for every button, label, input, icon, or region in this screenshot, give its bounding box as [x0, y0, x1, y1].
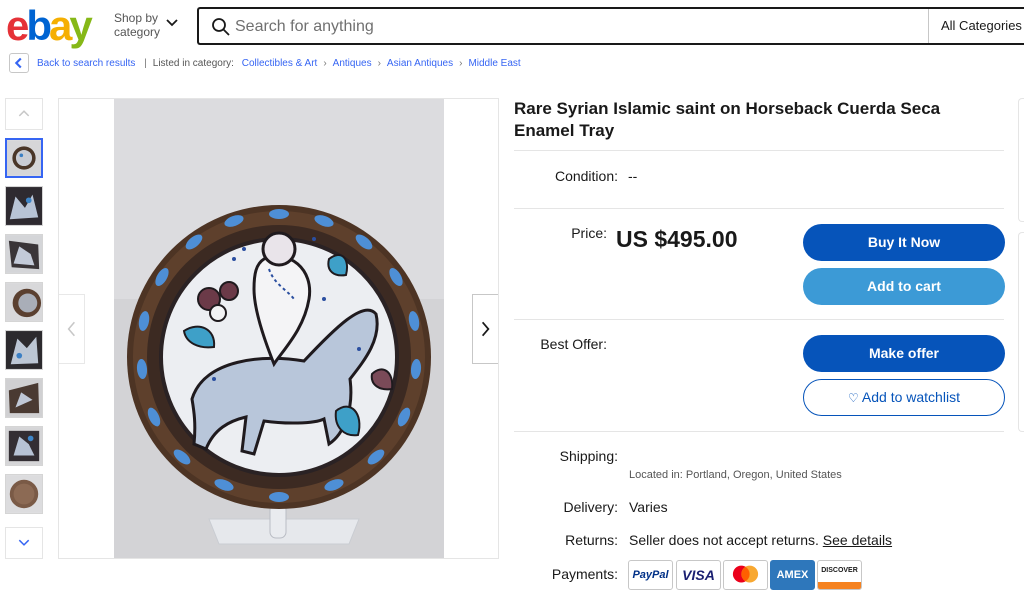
thumbnail-image: [6, 427, 42, 465]
breadcrumb-item-collectibles[interactable]: Collectibles & Art: [242, 58, 318, 69]
amex-logo: AMEX: [770, 560, 815, 590]
returns-text: Seller does not accept returns.: [629, 532, 819, 548]
back-button[interactable]: [9, 53, 29, 73]
returns-value: Seller does not accept returns. See deta…: [629, 532, 892, 548]
visa-logo: VISA: [676, 560, 721, 590]
make-offer-button[interactable]: Make offer: [803, 335, 1005, 372]
thumbnail-image: [6, 331, 42, 369]
thumbnail-6[interactable]: [5, 378, 43, 418]
chevron-left-icon: [67, 321, 75, 337]
section-divider: [514, 431, 1004, 432]
thumbnail-image: [6, 283, 42, 321]
product-image[interactable]: [114, 99, 444, 558]
chevron-up-icon: [18, 110, 30, 117]
breadcrumb-chevron-icon: ›: [377, 58, 381, 69]
chevron-down-icon[interactable]: [164, 14, 180, 30]
returns-label: Returns:: [565, 532, 618, 548]
chevron-right-icon: [481, 321, 490, 337]
listed-in-label: Listed in category:: [152, 58, 234, 69]
mastercard-text: mastercard: [724, 561, 729, 562]
product-title: Rare Syrian Islamic saint on Horseback C…: [514, 99, 941, 140]
thumbnail-image: [6, 379, 42, 417]
discover-text: DISCOVER: [821, 567, 858, 574]
previous-image-button[interactable]: [59, 294, 85, 364]
search-icon: [212, 18, 230, 36]
thumbnail-1[interactable]: [5, 138, 43, 178]
logo-letter-b: b: [26, 2, 52, 49]
discover-logo: DISCOVER: [817, 560, 862, 590]
paypal-text: PayPal: [632, 569, 669, 581]
section-divider: [514, 319, 1004, 320]
logo-letter-e: e: [6, 2, 29, 49]
mastercard-logo: mastercard: [723, 560, 768, 590]
back-to-search-link[interactable]: Back to search results: [37, 58, 135, 69]
delivery-label: Delivery:: [563, 499, 618, 515]
chevron-left-icon: [14, 57, 22, 69]
ebay-logo[interactable]: ebay: [6, 2, 93, 49]
condition-value: --: [628, 168, 638, 184]
breadcrumb-item-antiques[interactable]: Antiques: [333, 58, 372, 69]
search-input[interactable]: [235, 16, 915, 38]
heart-icon: ♡: [848, 391, 859, 405]
thumbnail-image: [6, 187, 42, 225]
chevron-down-icon: [18, 539, 30, 546]
next-image-button[interactable]: [472, 294, 498, 364]
right-panel-edge: [1018, 98, 1024, 222]
thumbnails-scroll-up-button[interactable]: [5, 98, 43, 130]
delivery-value: Varies: [629, 499, 668, 515]
thumbnail-4[interactable]: [5, 282, 43, 322]
discover-stripe: [818, 582, 861, 589]
breadcrumb-chevron-icon: ›: [459, 58, 463, 69]
best-offer-label: Best Offer:: [540, 336, 607, 352]
breadcrumb: Back to search results | Listed in catego…: [37, 58, 521, 69]
add-to-cart-button[interactable]: Add to cart: [803, 268, 1005, 305]
thumbnail-8[interactable]: [5, 474, 43, 514]
payments-label: Payments:: [551, 566, 618, 582]
logo-letter-a: a: [49, 2, 72, 49]
shipping-label: Shipping:: [559, 448, 618, 464]
thumbnail-5[interactable]: [5, 330, 43, 370]
price-label: Price:: [571, 225, 607, 241]
paypal-logo: PayPal: [628, 560, 673, 590]
mastercard-circles-icon: [732, 565, 759, 583]
thumbnail-7[interactable]: [5, 426, 43, 466]
thumbnail-image: [6, 235, 42, 273]
section-divider: [514, 208, 1004, 209]
breadcrumb-item-middle-east[interactable]: Middle East: [468, 58, 520, 69]
amex-text: AMEX: [776, 569, 809, 581]
add-to-watchlist-label: Add to watchlist: [861, 389, 960, 405]
section-divider: [514, 150, 1004, 151]
shop-by-category-button[interactable]: Shop by category: [114, 11, 164, 39]
add-to-watchlist-button[interactable]: ♡ Add to watchlist: [803, 379, 1005, 416]
category-select[interactable]: All Categories: [928, 9, 1024, 43]
thumbnails-scroll-down-button[interactable]: [5, 527, 43, 559]
search-bar: All Categories: [197, 7, 1024, 45]
thumbnail-image: [7, 140, 41, 176]
price-value: US $495.00: [616, 226, 738, 252]
see-details-link[interactable]: See details: [823, 532, 892, 548]
condition-label: Condition:: [554, 168, 618, 184]
buy-it-now-button[interactable]: Buy It Now: [803, 224, 1005, 261]
right-panel-edge: [1018, 232, 1024, 432]
main-image-viewer: [58, 98, 499, 559]
thumbnail-3[interactable]: [5, 234, 43, 274]
item-location: Located in: Portland, Oregon, United Sta…: [629, 469, 842, 481]
breadcrumb-item-asian-antiques[interactable]: Asian Antiques: [387, 58, 453, 69]
visa-text: VISA: [682, 567, 715, 583]
logo-letter-y: y: [69, 2, 92, 49]
breadcrumb-divider: |: [144, 58, 147, 69]
thumbnail-image: [6, 475, 42, 513]
breadcrumb-chevron-icon: ›: [323, 58, 327, 69]
thumbnail-2[interactable]: [5, 186, 43, 226]
